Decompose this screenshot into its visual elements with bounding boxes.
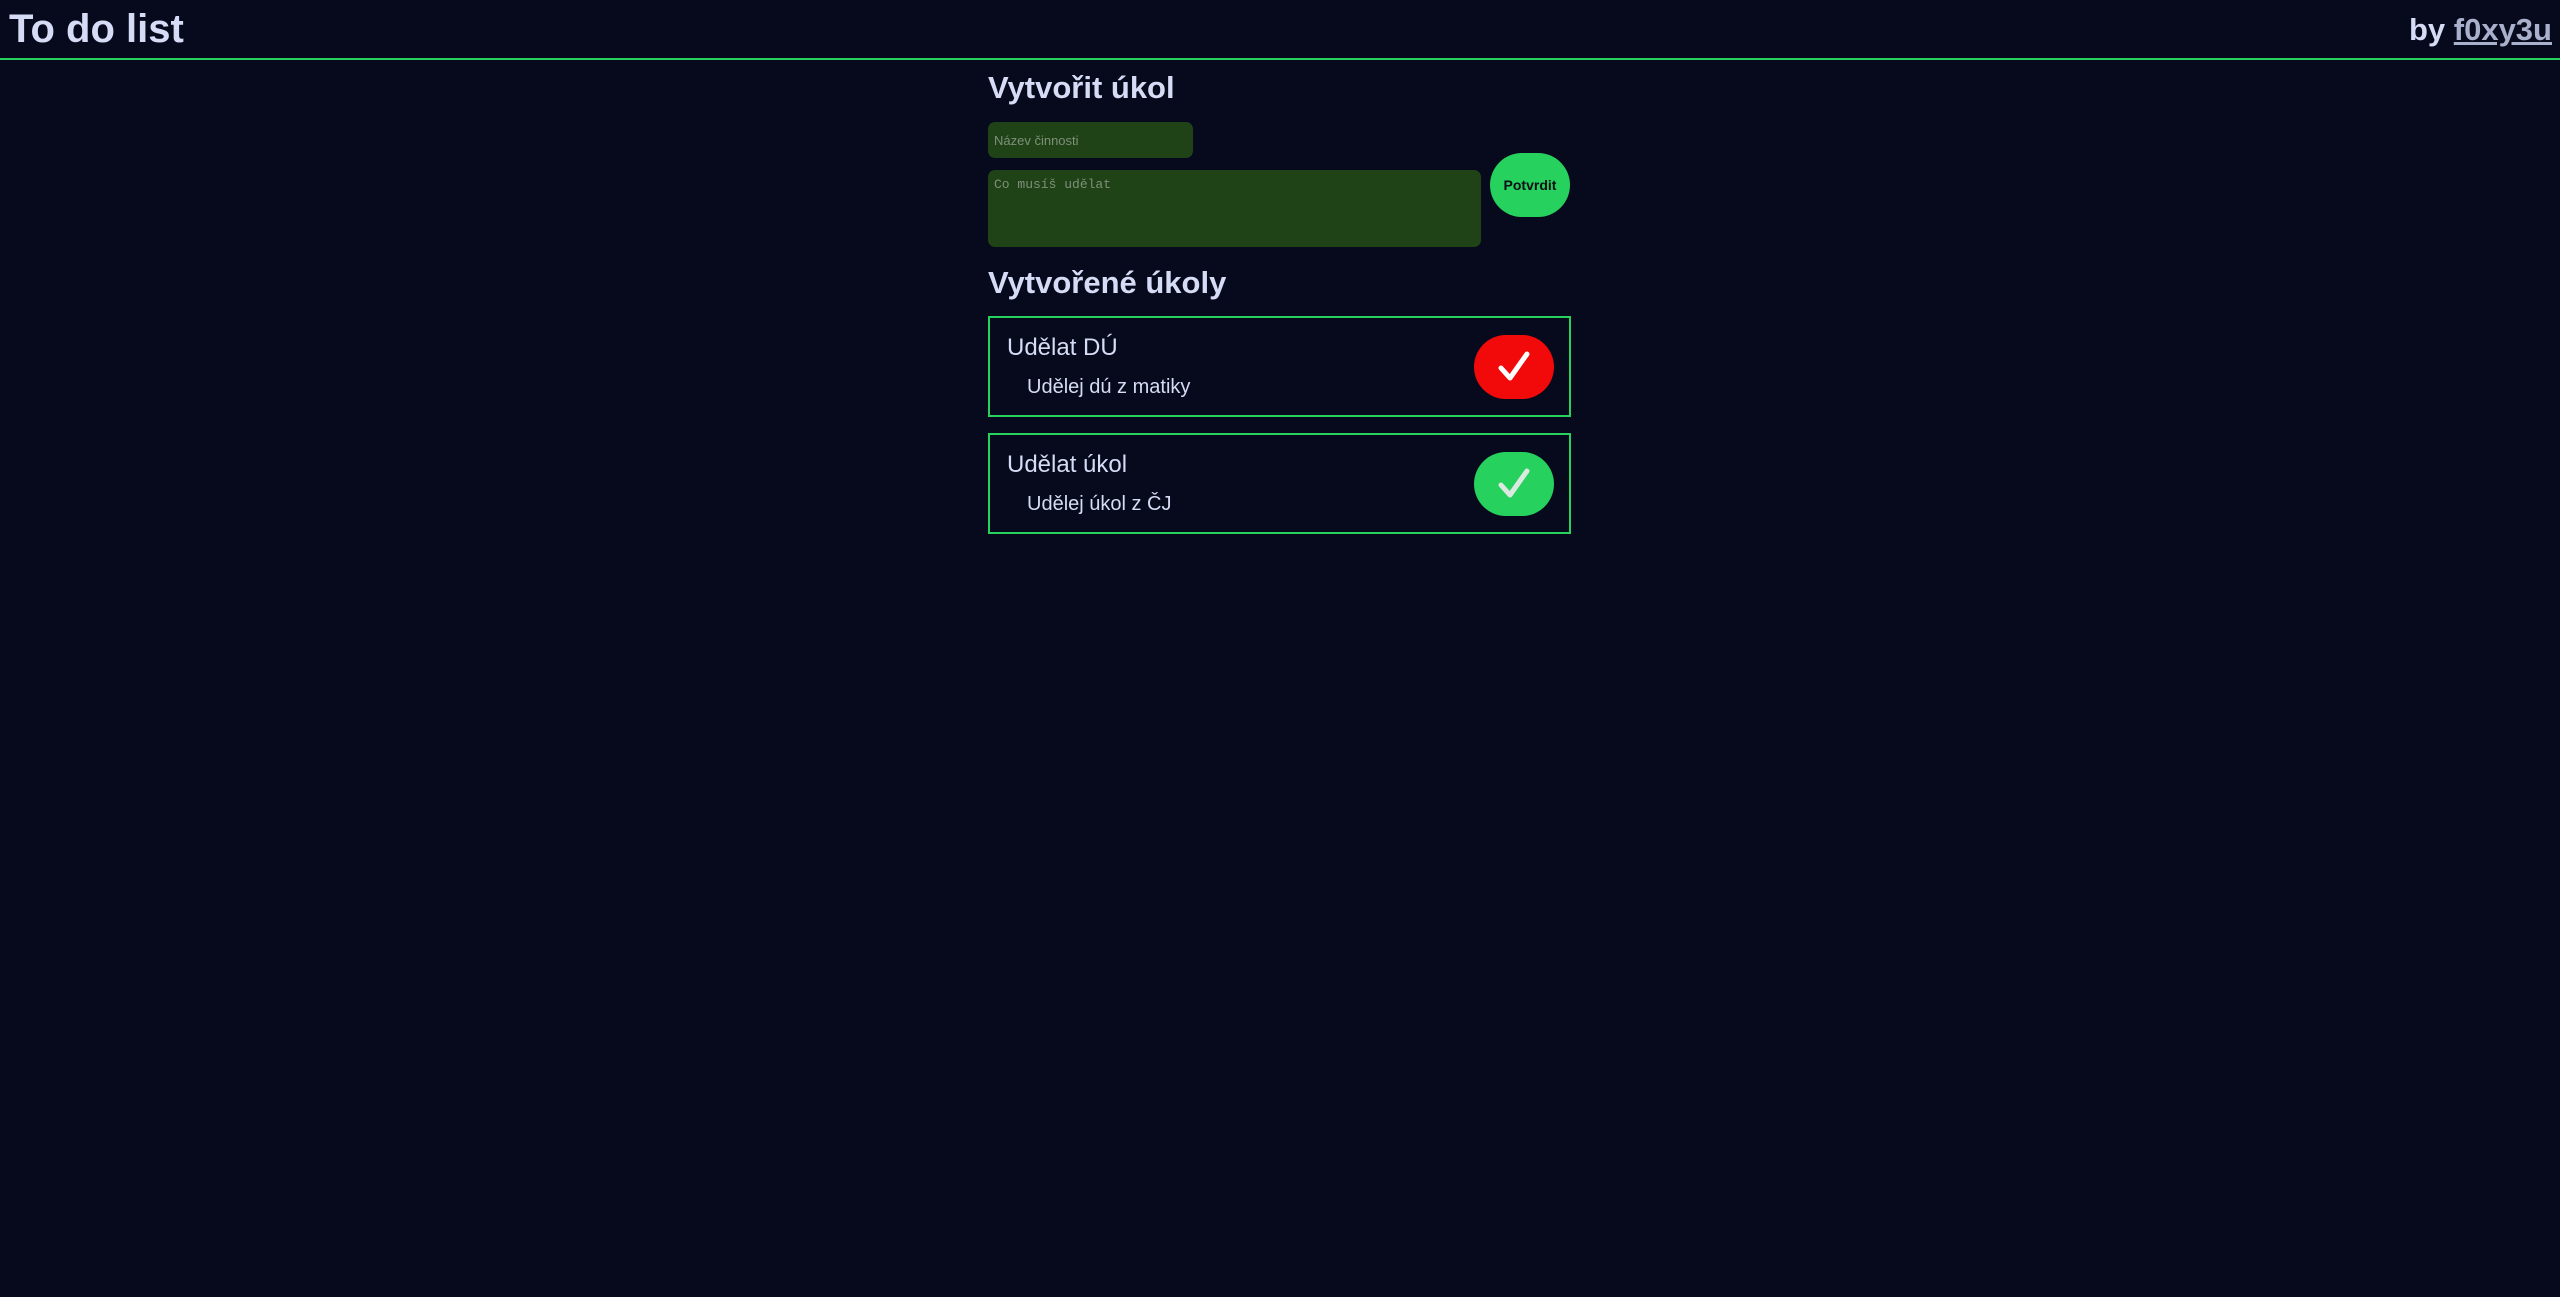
task-description: Udělej úkol z ČJ bbox=[1027, 493, 1172, 515]
task-card: Udělat DÚ Udělej dú z matiky bbox=[988, 316, 1571, 417]
created-tasks-heading: Vytvořené úkoly bbox=[988, 265, 1227, 300]
create-task-heading: Vytvořit úkol bbox=[988, 70, 1175, 105]
task-description: Udělej dú z matiky bbox=[1027, 376, 1191, 398]
mark-done-button[interactable] bbox=[1474, 335, 1554, 399]
check-icon bbox=[1498, 468, 1530, 498]
confirm-button[interactable]: Potvrdit bbox=[1490, 153, 1570, 217]
author-link[interactable]: f0xy3u bbox=[2454, 12, 2552, 47]
task-name-input[interactable] bbox=[988, 122, 1193, 158]
task-title: Udělat DÚ bbox=[1007, 334, 1118, 361]
task-title: Udělat úkol bbox=[1007, 451, 1128, 478]
app-header: To do list by f0xy3u bbox=[0, 0, 2560, 60]
task-list: Udělat DÚ Udělej dú z matiky Udělat úkol… bbox=[988, 316, 1571, 550]
app-title: To do list bbox=[9, 7, 184, 51]
author-prefix: by bbox=[2408, 12, 2446, 47]
task-card: Udělat úkol Udělej úkol z ČJ bbox=[988, 433, 1571, 534]
task-description-input[interactable] bbox=[988, 170, 1481, 247]
check-icon bbox=[1498, 351, 1530, 381]
author-credit: by f0xy3u bbox=[2409, 12, 2552, 48]
mark-done-button[interactable] bbox=[1474, 452, 1554, 516]
